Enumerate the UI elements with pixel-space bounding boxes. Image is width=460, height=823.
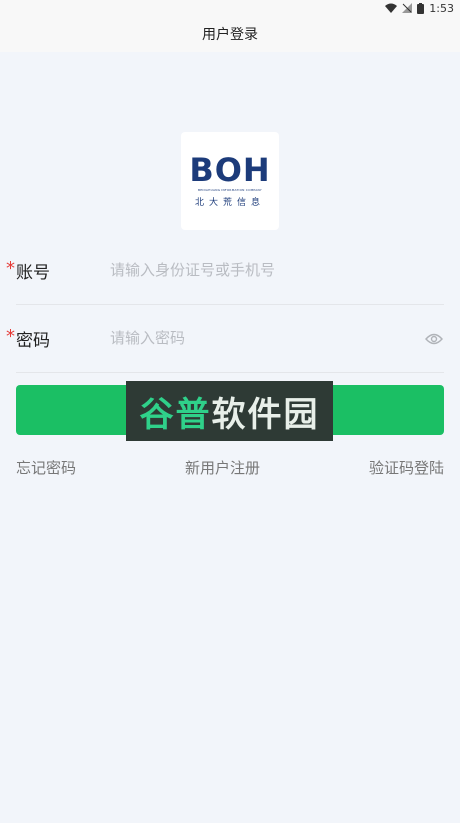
- divider: [16, 372, 444, 373]
- signal-icon: [402, 3, 413, 13]
- status-time: 1:53: [429, 1, 454, 15]
- status-bar: 1:53: [0, 0, 460, 16]
- logo-text: BOH: [189, 151, 271, 189]
- password-input[interactable]: [108, 322, 412, 354]
- logo-subtitle: BEIDAHUANG INFORMATION COMPANY: [198, 188, 262, 192]
- account-row: * 账号: [0, 236, 460, 304]
- account-input[interactable]: [108, 254, 412, 286]
- account-label: 账号: [16, 262, 50, 283]
- required-mark: *: [6, 326, 15, 347]
- logo-chinese: 北大荒信息: [194, 198, 265, 208]
- watermark-part2: 软件园: [211, 394, 320, 435]
- password-row: * 密码: [0, 304, 460, 372]
- watermark-logo: 谷普 软件园: [126, 381, 333, 441]
- battery-icon: [417, 2, 425, 14]
- sms-login-link[interactable]: 验证码登陆: [369, 457, 444, 478]
- forgot-password-link[interactable]: 忘记密码: [16, 457, 76, 478]
- app-logo: BOH BEIDAHUANG INFORMATION COMPANY 北大荒信息: [181, 132, 279, 230]
- required-mark: *: [6, 258, 15, 279]
- eye-icon[interactable]: [425, 330, 443, 349]
- password-label: 密码: [16, 330, 50, 351]
- register-link[interactable]: 新用户注册: [185, 457, 260, 478]
- watermark-part1: 谷普: [139, 394, 212, 435]
- auth-links: 忘记密码 新用户注册 验证码登陆: [16, 455, 444, 479]
- wifi-icon: [385, 3, 398, 13]
- header: 用户登录: [0, 16, 460, 52]
- page-title: 用户登录: [202, 27, 258, 43]
